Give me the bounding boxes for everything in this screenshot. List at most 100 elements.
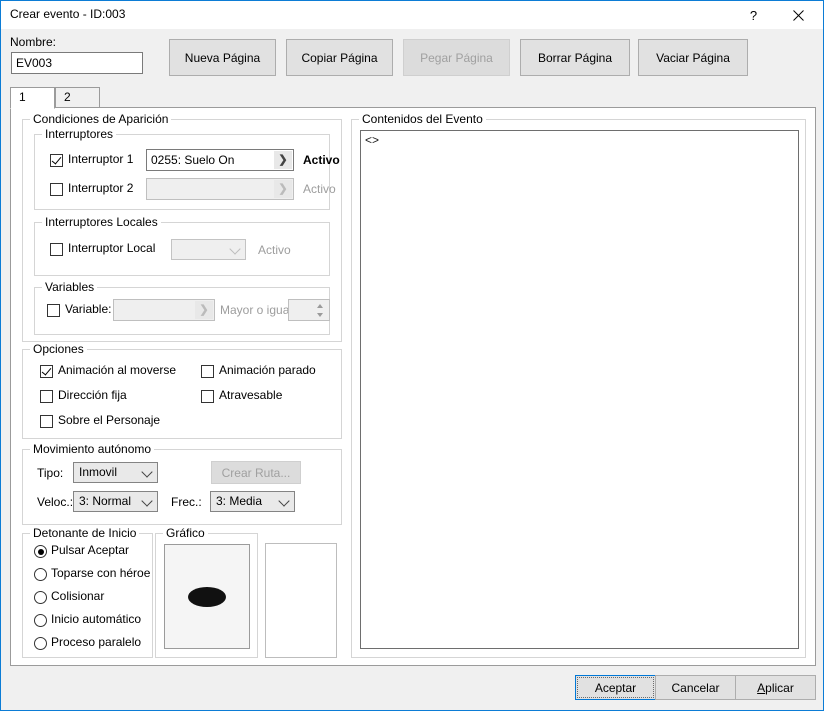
graphic-secondary-panel[interactable]: [265, 543, 337, 658]
local-switch-state-label: Activo: [258, 243, 291, 257]
option-passable-label: Atravesable: [219, 388, 283, 402]
trigger-auto-start-label: Inicio automático: [51, 612, 142, 626]
switch-1-value-field[interactable]: 0255: Suelo On ❯: [146, 149, 294, 171]
option-fixed-dir-checkbox[interactable]: [40, 390, 53, 403]
appearance-conditions-group: Condiciones de Aparición Interruptores I…: [22, 112, 342, 342]
event-command-line[interactable]: <>: [365, 133, 379, 147]
local-switch-checkbox[interactable]: [50, 243, 63, 256]
variable-checkbox[interactable]: [47, 304, 60, 317]
crear-evento-dialog: Crear evento - ID:003 ? Nombre: Nueva Pá…: [0, 0, 824, 711]
tab-page-1[interactable]: 1: [10, 87, 55, 109]
option-fixed-dir-label: Dirección fija: [58, 388, 127, 402]
option-passable-checkbox[interactable]: [201, 390, 214, 403]
trigger-touch-hero-radio[interactable]: [34, 568, 47, 581]
chevron-down-icon: [141, 465, 153, 478]
question-mark-icon: ?: [749, 7, 758, 23]
event-name-input[interactable]: [11, 52, 143, 74]
switch-1-browse-button[interactable]: ❯: [274, 151, 292, 169]
close-x-icon: [793, 9, 804, 21]
black-ellipse-sprite: [188, 586, 226, 607]
movement-type-combo[interactable]: Inmovil: [73, 462, 158, 483]
options-title: Opciones: [30, 342, 87, 356]
movement-type-value: Inmovil: [79, 465, 118, 479]
chevron-right-icon: ❯: [278, 183, 288, 195]
copy-page-button[interactable]: Copiar Página: [286, 39, 393, 76]
option-anim-move-checkbox[interactable]: [40, 365, 53, 378]
trigger-auto-start-radio[interactable]: [34, 614, 47, 627]
spinner-down-icon[interactable]: [311, 310, 328, 319]
switch-2-browse-button[interactable]: ❯: [274, 180, 292, 198]
name-label: Nombre:: [10, 35, 57, 49]
graphic-title: Gráfico: [163, 526, 208, 540]
start-trigger-group: Detonante de Inicio Pulsar Aceptar Topar…: [22, 526, 153, 658]
switch-1-value-text: 0255: Suelo On: [151, 153, 235, 167]
movement-speed-value: 3: Normal: [79, 494, 132, 508]
movement-freq-combo[interactable]: 3: Media: [210, 491, 295, 512]
switches-group: Interruptores Interruptor 1 0255: Suelo …: [34, 127, 340, 210]
trigger-touch-hero-label: Toparse con héroe: [51, 566, 151, 580]
local-switches-group: Interruptores Locales Interruptor Local …: [34, 215, 330, 276]
local-switch-combo[interactable]: [171, 239, 246, 260]
paste-page-button[interactable]: Pegar Página: [403, 39, 510, 76]
option-above-hero-checkbox[interactable]: [40, 415, 53, 428]
close-button[interactable]: [776, 1, 821, 29]
event-contents-title: Contenidos del Evento: [359, 112, 486, 126]
trigger-collide-label: Colisionar: [51, 589, 105, 603]
event-contents-group: Contenidos del Evento <>: [351, 112, 806, 658]
switch-2-checkbox[interactable]: [50, 183, 63, 196]
movement-freq-label: Frec.:: [171, 495, 202, 509]
chevron-right-icon: ❯: [278, 154, 288, 166]
window-title: Crear evento - ID:003: [10, 7, 126, 21]
tab-content-panel: Condiciones de Aparición Interruptores I…: [10, 107, 816, 666]
title-bar: Crear evento - ID:003 ?: [1, 1, 823, 29]
page-tabs: 1 2: [10, 87, 816, 109]
chevron-down-icon: [278, 494, 290, 507]
spinner-up-icon[interactable]: [311, 301, 328, 310]
dialog-footer: Aceptar Cancelar Aplicar: [2, 667, 822, 710]
switch-1-checkbox[interactable]: [50, 154, 63, 167]
local-switches-title: Interruptores Locales: [42, 215, 161, 229]
movement-speed-label: Veloc.:: [37, 495, 74, 509]
movement-speed-combo[interactable]: 3: Normal: [73, 491, 158, 512]
variable-comparison-label: Mayor o igual: [220, 303, 293, 317]
new-page-button[interactable]: Nueva Página: [169, 39, 276, 76]
start-trigger-title: Detonante de Inicio: [30, 526, 140, 540]
option-anim-idle-checkbox[interactable]: [201, 365, 214, 378]
trigger-parallel-radio[interactable]: [34, 637, 47, 650]
local-switch-label: Interruptor Local: [68, 241, 156, 255]
variables-title: Variables: [42, 280, 98, 294]
apply-button[interactable]: Aplicar: [735, 675, 816, 700]
event-commands-list[interactable]: <>: [360, 130, 799, 649]
create-route-button[interactable]: Crear Ruta...: [211, 461, 301, 484]
autonomous-movement-title: Movimiento autónomo: [30, 442, 155, 456]
trigger-collide-radio[interactable]: [34, 591, 47, 604]
trigger-parallel-label: Proceso paralelo: [51, 635, 142, 649]
accept-button[interactable]: Aceptar: [575, 675, 656, 700]
switch-2-label: Interruptor 2: [68, 181, 134, 195]
option-above-hero-label: Sobre el Personaje: [58, 413, 161, 427]
switch-1-state-label: Activo: [303, 153, 340, 167]
option-anim-move-label: Animación al moverse: [58, 363, 177, 377]
trigger-press-ok-radio[interactable]: [34, 545, 47, 558]
option-anim-idle-label: Animación parado: [219, 363, 316, 377]
clear-page-button[interactable]: Vaciar Página: [638, 39, 748, 76]
chevron-down-icon: [229, 242, 241, 255]
switch-1-label: Interruptor 1: [68, 152, 134, 166]
options-group: Opciones Animación al moverse Animación …: [22, 342, 342, 439]
appearance-conditions-title: Condiciones de Aparición: [30, 112, 172, 126]
switch-2-value-field[interactable]: ❯: [146, 178, 294, 200]
tab-page-2[interactable]: 2: [55, 87, 100, 108]
help-button[interactable]: ?: [731, 1, 776, 29]
variable-amount-spinner[interactable]: [288, 299, 330, 321]
trigger-press-ok-label: Pulsar Aceptar: [51, 543, 130, 557]
accept-button-label: Aceptar: [577, 677, 654, 698]
cancel-button[interactable]: Cancelar: [655, 675, 736, 700]
variable-value-field[interactable]: ❯: [113, 299, 215, 321]
autonomous-movement-group: Movimiento autónomo Tipo: Inmovil Crear …: [22, 442, 342, 525]
variable-label: Variable:: [65, 302, 112, 316]
graphic-preview[interactable]: [164, 544, 250, 649]
delete-page-button[interactable]: Borrar Página: [520, 39, 630, 76]
movement-type-label: Tipo:: [37, 466, 64, 480]
variable-browse-button[interactable]: ❯: [195, 301, 213, 319]
movement-freq-value: 3: Media: [216, 494, 263, 508]
